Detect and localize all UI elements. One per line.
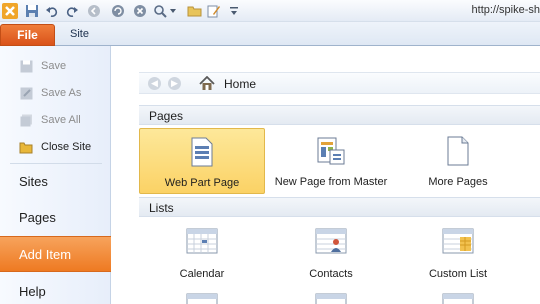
contacts-list-icon: [315, 228, 347, 257]
close-site-folder-icon: [19, 140, 33, 154]
save-icon: [19, 59, 33, 73]
more-pages-tile[interactable]: More Pages: [395, 128, 521, 194]
pages-section-label: Pages: [149, 109, 184, 123]
more-pages-icon: [447, 136, 469, 169]
save-label: Save: [41, 60, 67, 72]
home-icon[interactable]: [199, 75, 215, 94]
list-row-partial-icon: [442, 293, 474, 304]
save-icon[interactable]: [24, 3, 40, 19]
nav-tab-help[interactable]: Help: [0, 274, 111, 304]
close-site-label: Close Site: [41, 141, 92, 153]
save-command[interactable]: Save: [0, 54, 111, 78]
preview-icon[interactable]: [152, 3, 168, 19]
lists-section-label: Lists: [149, 201, 174, 215]
breadcrumb: ◀ ▶ Home: [139, 72, 540, 94]
backstage-content: ◀ ▶ Home Pages Web Part Page New Page fr…: [111, 46, 540, 304]
save-all-command[interactable]: Save All: [0, 108, 111, 132]
nav-tab-sites-label: Sites: [19, 174, 48, 189]
back-arrow-icon[interactable]: ◀: [148, 77, 161, 90]
site-url: http://spike-sh: [471, 4, 540, 16]
nav-tab-sites[interactable]: Sites: [0, 164, 111, 200]
tab-site[interactable]: Site: [70, 28, 89, 40]
new-page-from-master-icon: [316, 136, 346, 169]
save-as-icon: [19, 86, 33, 100]
nav-tab-add-item-label: Add Item: [19, 247, 72, 262]
folder-open-icon[interactable]: [186, 3, 202, 19]
save-as-command[interactable]: Save As: [0, 81, 111, 105]
quick-access-toolbar: http://spike-sh: [0, 0, 540, 22]
ribbon-tabs: File Site: [0, 22, 540, 46]
list-row-partial-icon: [315, 293, 347, 304]
tab-file[interactable]: File: [0, 24, 55, 46]
contacts-list-tile[interactable]: Contacts: [268, 220, 394, 286]
web-part-page-icon: [191, 137, 213, 170]
app-logo-icon[interactable]: [2, 3, 18, 19]
close-site-command[interactable]: Close Site: [0, 135, 111, 159]
custom-list-label: Custom List: [428, 268, 488, 280]
nav-tab-help-label: Help: [19, 284, 46, 299]
pages-section-header: Pages: [139, 105, 540, 125]
save-as-label: Save As: [41, 87, 82, 99]
lists-section-header: Lists: [139, 197, 540, 217]
web-part-page-tile[interactable]: Web Part Page: [139, 128, 265, 194]
nav-tab-pages[interactable]: Pages: [0, 200, 111, 236]
calendar-label: Calendar: [179, 268, 225, 280]
backstage-nav: Save Save As Save All Close Site Sites P…: [0, 46, 120, 304]
customize-icon[interactable]: [228, 3, 240, 19]
nav-tab-add-item[interactable]: Add Item: [0, 236, 120, 272]
more-pages-label: More Pages: [428, 176, 488, 188]
new-page-from-master-label: New Page from Master: [274, 176, 388, 188]
custom-list-tile[interactable]: Custom List: [395, 220, 521, 286]
save-all-icon: [19, 113, 33, 127]
new-page-from-master-tile[interactable]: New Page from Master: [268, 128, 394, 194]
list-row-partial-icon: [186, 293, 218, 304]
stop-icon[interactable]: [132, 3, 148, 19]
undo-icon[interactable]: [44, 3, 60, 19]
nav-tab-pages-label: Pages: [19, 210, 56, 225]
refresh-icon[interactable]: [110, 3, 126, 19]
calendar-list-icon: [186, 228, 218, 257]
web-part-page-label: Web Part Page: [164, 177, 240, 189]
back-icon[interactable]: [86, 3, 102, 19]
edit-icon[interactable]: [206, 3, 222, 19]
custom-list-icon: [442, 228, 474, 257]
contacts-label: Contacts: [309, 268, 353, 280]
redo-icon[interactable]: [64, 3, 80, 19]
calendar-list-tile[interactable]: Calendar: [139, 220, 265, 286]
dropdown-icon[interactable]: [168, 3, 178, 19]
save-all-label: Save All: [41, 114, 81, 126]
forward-arrow-icon[interactable]: ▶: [168, 77, 181, 90]
breadcrumb-home[interactable]: Home: [224, 77, 256, 91]
